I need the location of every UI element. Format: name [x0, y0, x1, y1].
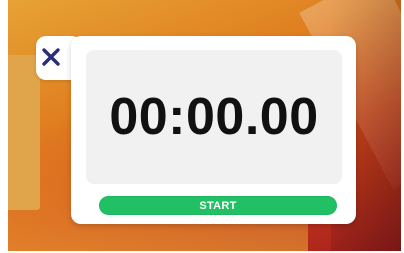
time-display: 00:00.00	[109, 88, 319, 146]
screen: 00:00.00 START	[0, 0, 404, 253]
time-display-panel: 00:00.00	[86, 50, 342, 184]
start-button[interactable]: START	[99, 196, 337, 215]
close-icon[interactable]	[41, 47, 61, 67]
background-window-edge	[8, 55, 40, 210]
stopwatch-card: 00:00.00 START	[71, 36, 356, 224]
